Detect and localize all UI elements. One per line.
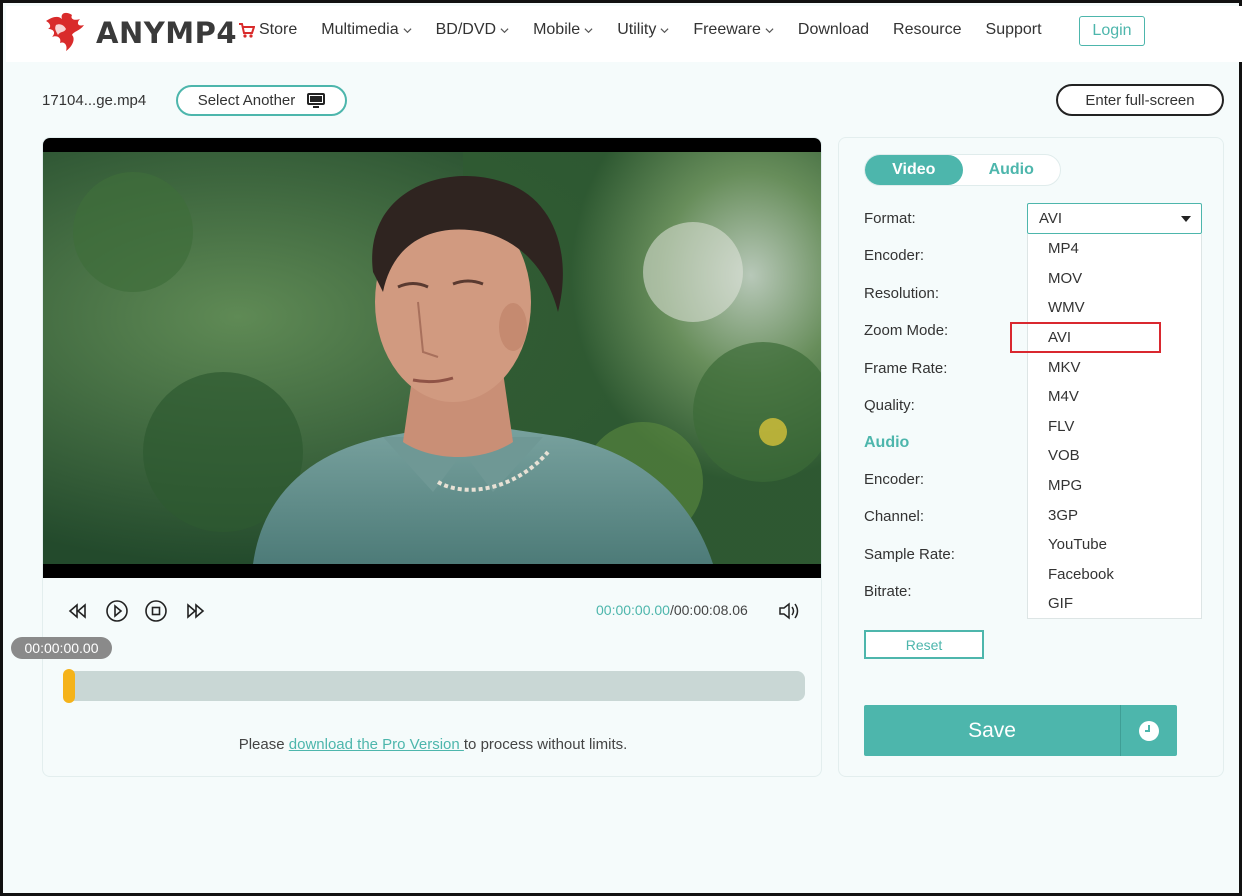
format-option-vob[interactable]: VOB [1028,441,1201,471]
chevron-down-icon [403,27,412,33]
nav-item-download[interactable]: Download [798,21,869,39]
time-display: 00:00:00.00/00:00:08.06 [596,602,748,618]
nav-item-label: Support [985,21,1042,38]
format-option-m4v[interactable]: M4V [1028,382,1201,412]
caret-down-icon [1181,216,1191,222]
save-label: Save [968,718,1016,742]
stop-button[interactable] [143,598,169,624]
bitrate-label: Bitrate: [864,583,912,600]
video-frame-image [43,152,821,564]
chevron-down-icon [660,27,669,33]
format-label: Format: [864,210,916,227]
format-option-youtube[interactable]: YouTube [1028,530,1201,560]
site-header: ANYMP4 Store Multimedia BD/DVD Mobile Ut… [6,6,1242,62]
zoom-mode-label: Zoom Mode: [864,322,949,339]
nav-item-mobile[interactable]: Mobile [533,21,593,39]
brand-name: ANYMP4 [96,16,238,50]
rewind-icon [68,603,86,619]
format-option-facebook[interactable]: Facebook [1028,560,1201,590]
progress-track[interactable] [63,669,805,703]
frame-rate-label: Frame Rate: [864,360,948,377]
tab-audio[interactable]: Audio [963,155,1061,185]
cart-icon [239,22,255,38]
nav-item-freeware[interactable]: Freeware [693,21,774,39]
total-time: 00:00:08.06 [673,602,748,618]
nav-item-label: Resource [893,21,962,38]
format-option-wmv[interactable]: WMV [1028,293,1201,323]
seek-time-badge: 00:00:00.00 [11,637,112,659]
player-card: 00:00:00.00/00:00:08.06 Please download … [42,137,822,777]
settings-tabs: Video Audio [864,154,1061,186]
audio-section-title: Audio [864,434,910,451]
pro-version-note: Please download the Pro Version to proce… [43,736,821,753]
nav-item-store[interactable]: Store [238,21,297,39]
format-option-3gp[interactable]: 3GP [1028,500,1201,530]
format-option-mkv[interactable]: MKV [1028,352,1201,382]
audio-encoder-label: Encoder: [864,471,925,488]
format-option-flv[interactable]: FLV [1028,412,1201,442]
nav-item-label: Store [259,21,298,38]
enter-fullscreen-button[interactable]: Enter full-screen [1056,84,1224,116]
nav-item-label: Mobile [533,21,581,38]
select-another-label: Select Another [197,92,296,109]
stop-icon [145,600,167,622]
format-select[interactable]: AVI [1027,203,1202,234]
settings-panel: Video Audio Format: Encoder: Resolution:… [838,137,1224,777]
video-encoder-label: Encoder: [864,247,925,264]
channel-label: Channel: [864,508,925,525]
format-dropdown-list: MP4 MOV WMV AVI MKV M4V FLV VOB MPG 3GP … [1027,234,1202,619]
nav-item-label: Multimedia [321,21,399,38]
fast-forward-icon [187,603,205,619]
avi-highlight-box [1010,322,1161,353]
sample-rate-label: Sample Rate: [864,546,955,563]
nav-item-support[interactable]: Support [986,21,1042,39]
nav-item-multimedia[interactable]: Multimedia [321,21,412,39]
reset-button[interactable]: Reset [864,630,984,659]
tab-video[interactable]: Video [865,155,963,185]
schedule-button[interactable] [1121,705,1177,756]
play-icon [106,600,128,622]
monitor-icon [307,92,326,108]
file-name: 17104...ge.mp4 [42,92,147,109]
login-button[interactable]: Login [1079,16,1145,46]
download-pro-link[interactable]: download the Pro Version [289,736,464,753]
format-option-mov[interactable]: MOV [1028,264,1201,294]
quality-label: Quality: [864,397,915,414]
nav-item-label: Utility [617,21,657,38]
nav-item-resource[interactable]: Resource [893,21,961,39]
resolution-label: Resolution: [864,285,940,302]
chevron-down-icon [584,27,593,33]
progress-handle[interactable] [63,669,75,703]
nav-item-bd-dvd[interactable]: BD/DVD [436,21,509,39]
player-controls: 00:00:00.00/00:00:08.06 [43,598,821,634]
nav-item-utility[interactable]: Utility [617,21,669,39]
fast-forward-button[interactable] [182,598,208,624]
volume-icon [779,602,799,620]
page-frame: ANYMP4 Store Multimedia BD/DVD Mobile Ut… [0,0,1242,896]
nav-item-label: Download [797,21,870,38]
note-text-before: Please [238,736,289,753]
format-selected-value: AVI [1039,210,1063,227]
nav-item-label: BD/DVD [435,21,497,38]
video-frame [43,152,821,564]
format-option-gif[interactable]: GIF [1028,589,1201,619]
select-another-button[interactable]: Select Another [176,85,347,116]
note-text-after: to process without limits. [463,736,628,753]
flame-logo-icon [46,12,84,51]
volume-button[interactable] [776,598,802,624]
clock-icon [1139,720,1159,741]
logo[interactable]: ANYMP4 [42,10,237,56]
nav-item-label: Freeware [693,21,761,38]
main-nav: Store Multimedia BD/DVD Mobile Utility F… [238,21,1066,39]
save-button[interactable]: Save [864,705,1177,756]
chevron-down-icon [765,27,774,33]
chevron-down-icon [500,27,509,33]
video-player[interactable] [43,138,821,578]
format-option-mpg[interactable]: MPG [1028,471,1201,501]
format-option-mp4[interactable]: MP4 [1028,234,1201,264]
play-button[interactable] [104,598,130,624]
rewind-button[interactable] [65,598,91,624]
current-time: 00:00:00.00 [596,602,670,618]
